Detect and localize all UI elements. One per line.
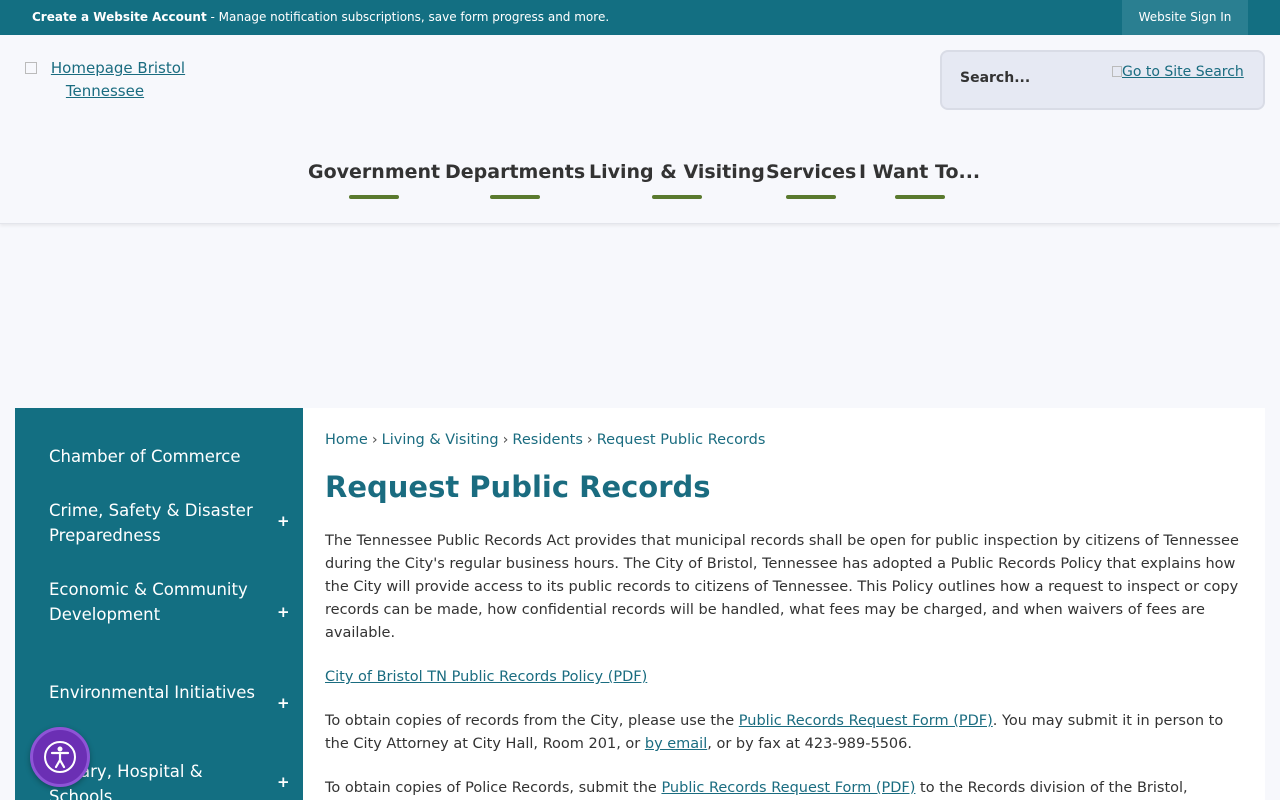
nav-government[interactable]: Government	[308, 161, 441, 199]
nav-underline	[894, 195, 945, 199]
broken-image-icon	[1112, 66, 1122, 77]
breadcrumb-separator: ›	[586, 432, 593, 448]
site-search: Go to Site Search	[940, 50, 1265, 110]
nav-label: Departments	[445, 161, 586, 183]
nav-services[interactable]: Services	[766, 161, 857, 199]
nav-underline	[490, 195, 541, 199]
sidebar-item-environmental[interactable]: Environmental Initiatives	[49, 680, 269, 705]
logo-alt-text: Homepage Bristol Tennessee	[50, 59, 186, 100]
breadcrumb: Home › Living & Visiting › Residents › Request…	[325, 432, 765, 448]
page-title: Request Public Records	[325, 470, 711, 504]
search-go-button[interactable]: Go to Site Search	[1112, 64, 1244, 80]
nav-label: Living & Visiting	[589, 161, 765, 183]
sidebar-item-chamber-of-commerce[interactable]: Chamber of Commerce	[49, 444, 269, 469]
police-request-form-link[interactable]: Public Records Request Form (PDF)	[661, 780, 915, 796]
sidebar-item-crime-safety[interactable]: Crime, Safety & Disaster Preparedness	[49, 498, 269, 548]
expand-plus-icon[interactable]: +	[277, 512, 290, 530]
breadcrumb-home[interactable]: Home	[325, 432, 368, 448]
nav-label: Services	[766, 161, 857, 183]
police-paragraph: To obtain copies of Police Records, subm…	[325, 777, 1240, 800]
breadcrumb-separator: ›	[371, 432, 378, 448]
breadcrumb-current[interactable]: Request Public Records	[597, 432, 766, 448]
request-text: To obtain copies of records from the Cit…	[325, 713, 739, 729]
intro-paragraph: The Tennessee Public Records Act provide…	[325, 533, 1239, 641]
account-banner: Create a Website Account - Manage notifi…	[0, 0, 1280, 35]
request-paragraph: To obtain copies of records from the Cit…	[325, 710, 1240, 756]
request-form-link[interactable]: Public Records Request Form (PDF)	[739, 713, 993, 729]
breadcrumb-living-visiting[interactable]: Living & Visiting	[382, 432, 499, 448]
email-link[interactable]: by email	[645, 736, 707, 752]
nav-i-want-to[interactable]: I Want To...	[859, 161, 981, 199]
nav-label: Government	[308, 161, 441, 183]
nav-label: I Want To...	[859, 161, 981, 183]
search-input[interactable]	[960, 70, 1100, 86]
sign-in-button[interactable]: Website Sign In	[1122, 0, 1248, 35]
nav-underline	[349, 195, 400, 199]
accessibility-icon	[44, 741, 76, 773]
nav-underline	[786, 195, 837, 199]
accessibility-button[interactable]	[30, 727, 90, 787]
search-go-label: Go to Site Search	[1122, 64, 1244, 80]
police-text: To obtain copies of Police Records, subm…	[325, 780, 662, 796]
expand-plus-icon[interactable]: +	[277, 603, 290, 621]
account-banner-text: - Manage notification subscriptions, sav…	[206, 10, 610, 24]
expand-plus-icon[interactable]: +	[277, 694, 290, 712]
nav-living-visiting[interactable]: Living & Visiting	[589, 161, 765, 199]
police-text: to the Records division of the Bristol,	[915, 780, 1188, 796]
nav-departments[interactable]: Departments	[445, 161, 586, 199]
expand-plus-icon[interactable]: +	[277, 773, 290, 791]
create-account-link[interactable]: Create a Website Account	[32, 10, 207, 24]
sidebar-item-economic-development[interactable]: Economic & Community Development	[49, 577, 269, 627]
broken-image-icon	[24, 62, 37, 74]
account-banner-message: Create a Website Account - Manage notifi…	[32, 10, 609, 24]
request-text: , or by fax at 423-989-5506.	[707, 736, 912, 752]
logo-link[interactable]: Homepage Bristol Tennessee	[15, 57, 195, 103]
breadcrumb-residents[interactable]: Residents	[512, 432, 582, 448]
site-header: Homepage Bristol Tennessee Go to Site Se…	[0, 35, 1280, 224]
nav-underline	[651, 195, 702, 199]
breadcrumb-separator: ›	[502, 432, 509, 448]
policy-paragraph: City of Bristol TN Public Records Policy…	[325, 666, 1240, 689]
main-content: Home › Living & Visiting › Residents › Request…	[303, 408, 1265, 800]
policy-pdf-link[interactable]: City of Bristol TN Public Records Policy…	[325, 669, 647, 685]
